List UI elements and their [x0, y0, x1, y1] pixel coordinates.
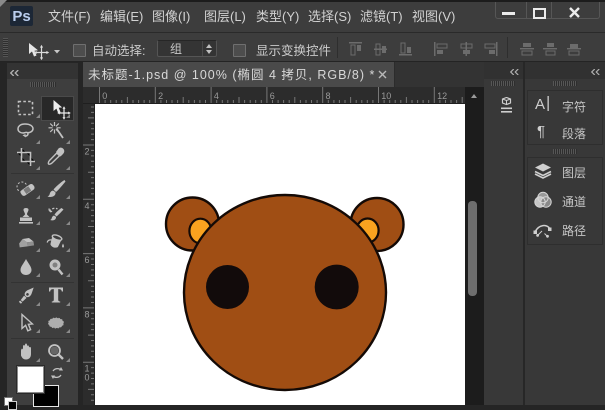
svg-text:4: 4 [214, 91, 219, 101]
svg-text:2: 2 [85, 147, 90, 157]
svg-text:¶: ¶ [537, 123, 545, 140]
svg-text:6: 6 [270, 91, 275, 101]
svg-text:12: 12 [437, 91, 447, 101]
svg-text:8: 8 [85, 309, 90, 319]
svg-text:2: 2 [158, 91, 163, 101]
svg-text:8: 8 [326, 91, 331, 101]
svg-text:0: 0 [102, 91, 107, 101]
svg-text:A: A [535, 96, 545, 113]
svg-text:6: 6 [85, 255, 90, 265]
svg-text:0: 0 [85, 373, 90, 383]
svg-text:4: 4 [85, 201, 90, 211]
svg-text:10: 10 [381, 91, 391, 101]
